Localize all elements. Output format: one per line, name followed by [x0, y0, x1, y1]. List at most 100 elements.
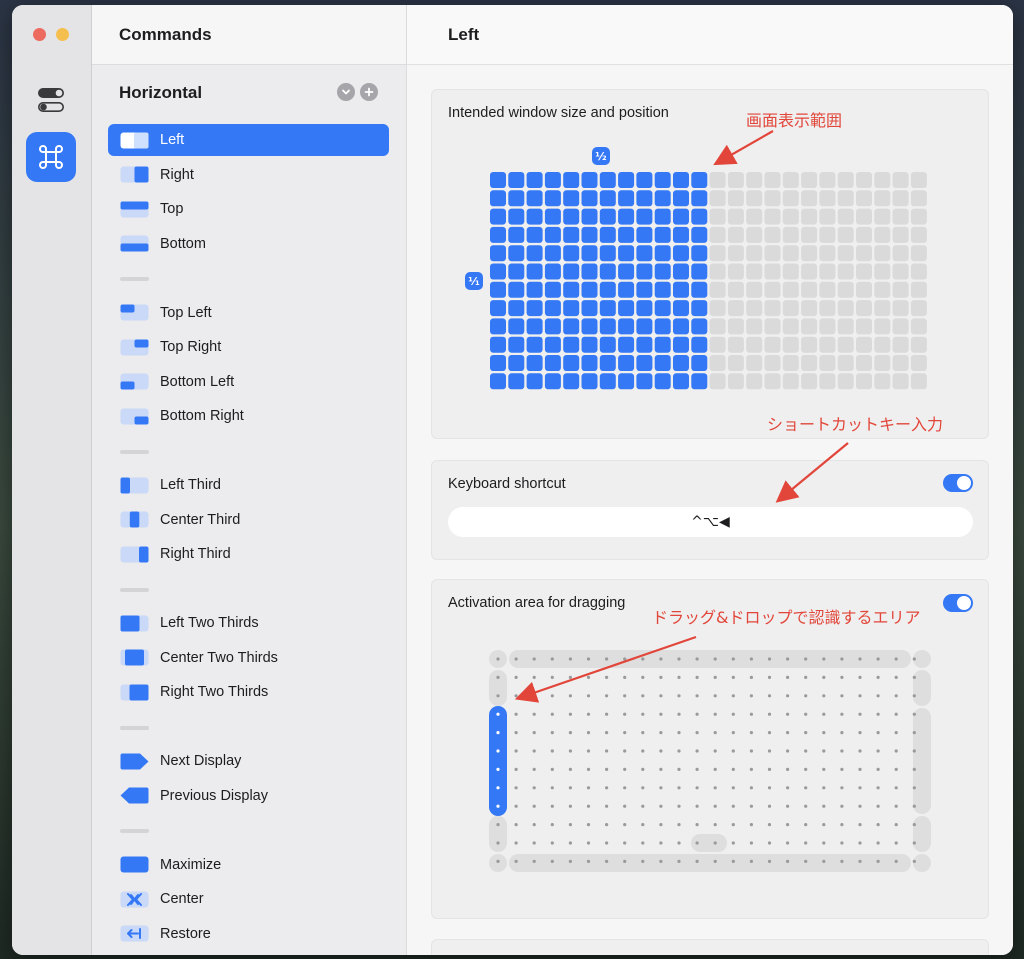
drag-dot	[568, 731, 572, 735]
grid-cell-filled	[544, 355, 561, 371]
drag-dot	[586, 657, 591, 661]
grid-cell-filled	[654, 245, 671, 262]
drag-dot	[641, 859, 645, 863]
drag-activation-area[interactable]	[489, 650, 931, 872]
drag-dot	[659, 731, 663, 735]
command-item[interactable]: Left Third	[108, 469, 389, 501]
drag-dot	[912, 786, 916, 790]
shortcut-recorder-field[interactable]: ^⌥◀	[448, 507, 973, 537]
drag-dot	[731, 694, 735, 698]
grid-cell-filled	[654, 318, 671, 335]
command-item[interactable]: Center Third	[108, 504, 389, 536]
drag-dot	[822, 859, 826, 863]
grid-cell-empty	[874, 263, 891, 280]
grid-cell-filled	[526, 281, 543, 298]
command-item[interactable]: Right Third	[108, 538, 389, 570]
grid-cell-empty	[819, 281, 836, 298]
grid-cell-filled	[673, 226, 689, 243]
command-item[interactable]: Top	[108, 193, 389, 225]
command-item[interactable]: Bottom	[108, 228, 389, 260]
drag-dot	[713, 712, 717, 716]
grid-cell-filled	[508, 300, 525, 317]
command-item[interactable]: Center Two Thirds	[108, 642, 389, 674]
grid-cell-empty	[782, 226, 799, 243]
chevron-down-circle-icon[interactable]	[337, 83, 355, 101]
drag-dot	[496, 694, 500, 698]
grid-cell-filled	[581, 190, 598, 207]
drag-dot	[496, 657, 500, 661]
drag-dot	[659, 767, 663, 771]
drag-dot	[586, 823, 591, 827]
command-item[interactable]: Center	[108, 883, 389, 915]
grid-cell-filled	[673, 208, 689, 225]
command-key-icon[interactable]	[26, 132, 76, 182]
grid-cell-empty	[782, 263, 799, 280]
drag-dot	[496, 823, 500, 827]
minimize-window-button[interactable]	[56, 28, 69, 41]
drag-dot	[677, 731, 681, 735]
grid-cell-filled	[490, 318, 506, 335]
drag-dot	[786, 694, 790, 698]
grid-cell-empty	[782, 281, 799, 298]
drag-dot	[514, 657, 518, 661]
command-label: Top	[160, 201, 184, 217]
drag-activation-card: Activation area for dragging	[431, 579, 989, 919]
command-item[interactable]: Top Left	[108, 297, 389, 329]
drag-dot	[749, 823, 753, 827]
plus-circle-icon[interactable]	[360, 83, 378, 101]
grid-cell-filled	[526, 263, 543, 280]
command-item[interactable]: Right Two Thirds	[108, 676, 389, 708]
grid-cell-empty	[709, 355, 726, 371]
command-label: Right	[160, 166, 194, 183]
top-left-icon	[120, 304, 149, 321]
grid-cell-filled	[599, 190, 616, 207]
drag-dot	[876, 657, 880, 661]
command-item[interactable]: Maximize	[108, 849, 389, 881]
corner-bottom-left	[489, 854, 507, 872]
drag-activation-toggle[interactable]	[943, 594, 973, 612]
command-item[interactable]: Previous Display	[108, 780, 389, 812]
grid-cell-filled	[544, 336, 561, 353]
drag-dot	[496, 859, 500, 863]
grid-cell-empty	[819, 245, 836, 262]
grid-cell-filled	[563, 336, 580, 353]
drag-dot	[641, 694, 645, 698]
command-item[interactable]: Bottom Right	[108, 400, 389, 432]
grid-cell-filled	[581, 245, 598, 262]
grid-cell-empty	[856, 245, 872, 262]
grid-cell-empty	[892, 172, 909, 188]
grid-cell-filled	[581, 300, 598, 317]
grid-cell-filled	[563, 172, 580, 188]
grid-cell-empty	[801, 263, 818, 280]
command-item[interactable]: Bottom Left	[108, 366, 389, 398]
group-divider	[108, 711, 389, 746]
drag-dot	[677, 767, 681, 771]
drag-dot	[822, 657, 826, 661]
close-window-button[interactable]	[33, 28, 46, 41]
command-label: Bottom Left	[160, 373, 235, 390]
drag-dot	[586, 804, 591, 808]
command-item[interactable]: Restore	[108, 918, 389, 950]
grid-cell-filled	[563, 245, 580, 262]
grid-cell-empty	[874, 190, 891, 207]
command-item[interactable]: Top Right	[108, 331, 389, 363]
bottom-left-icon	[120, 373, 149, 390]
right-two-thirds-icon	[120, 684, 149, 701]
drag-dot	[550, 859, 554, 863]
grid-cell-filled	[581, 355, 598, 371]
toggle-settings-icon[interactable]	[26, 75, 76, 125]
drag-dot	[749, 804, 753, 808]
drag-dot	[623, 712, 627, 716]
window-size-grid[interactable]	[490, 172, 930, 392]
group-divider	[108, 814, 389, 849]
keyboard-shortcut-toggle[interactable]	[943, 474, 973, 492]
command-item[interactable]: Right	[108, 159, 389, 191]
command-item[interactable]: Left	[108, 124, 389, 156]
command-item[interactable]: Left Two Thirds	[108, 607, 389, 639]
grid-cell-filled	[599, 226, 616, 243]
grid-cell-filled	[490, 226, 506, 243]
command-item[interactable]: Next Display	[108, 745, 389, 777]
grid-cell-empty	[837, 172, 854, 188]
drag-dot	[659, 675, 663, 679]
drag-dot	[641, 712, 645, 716]
